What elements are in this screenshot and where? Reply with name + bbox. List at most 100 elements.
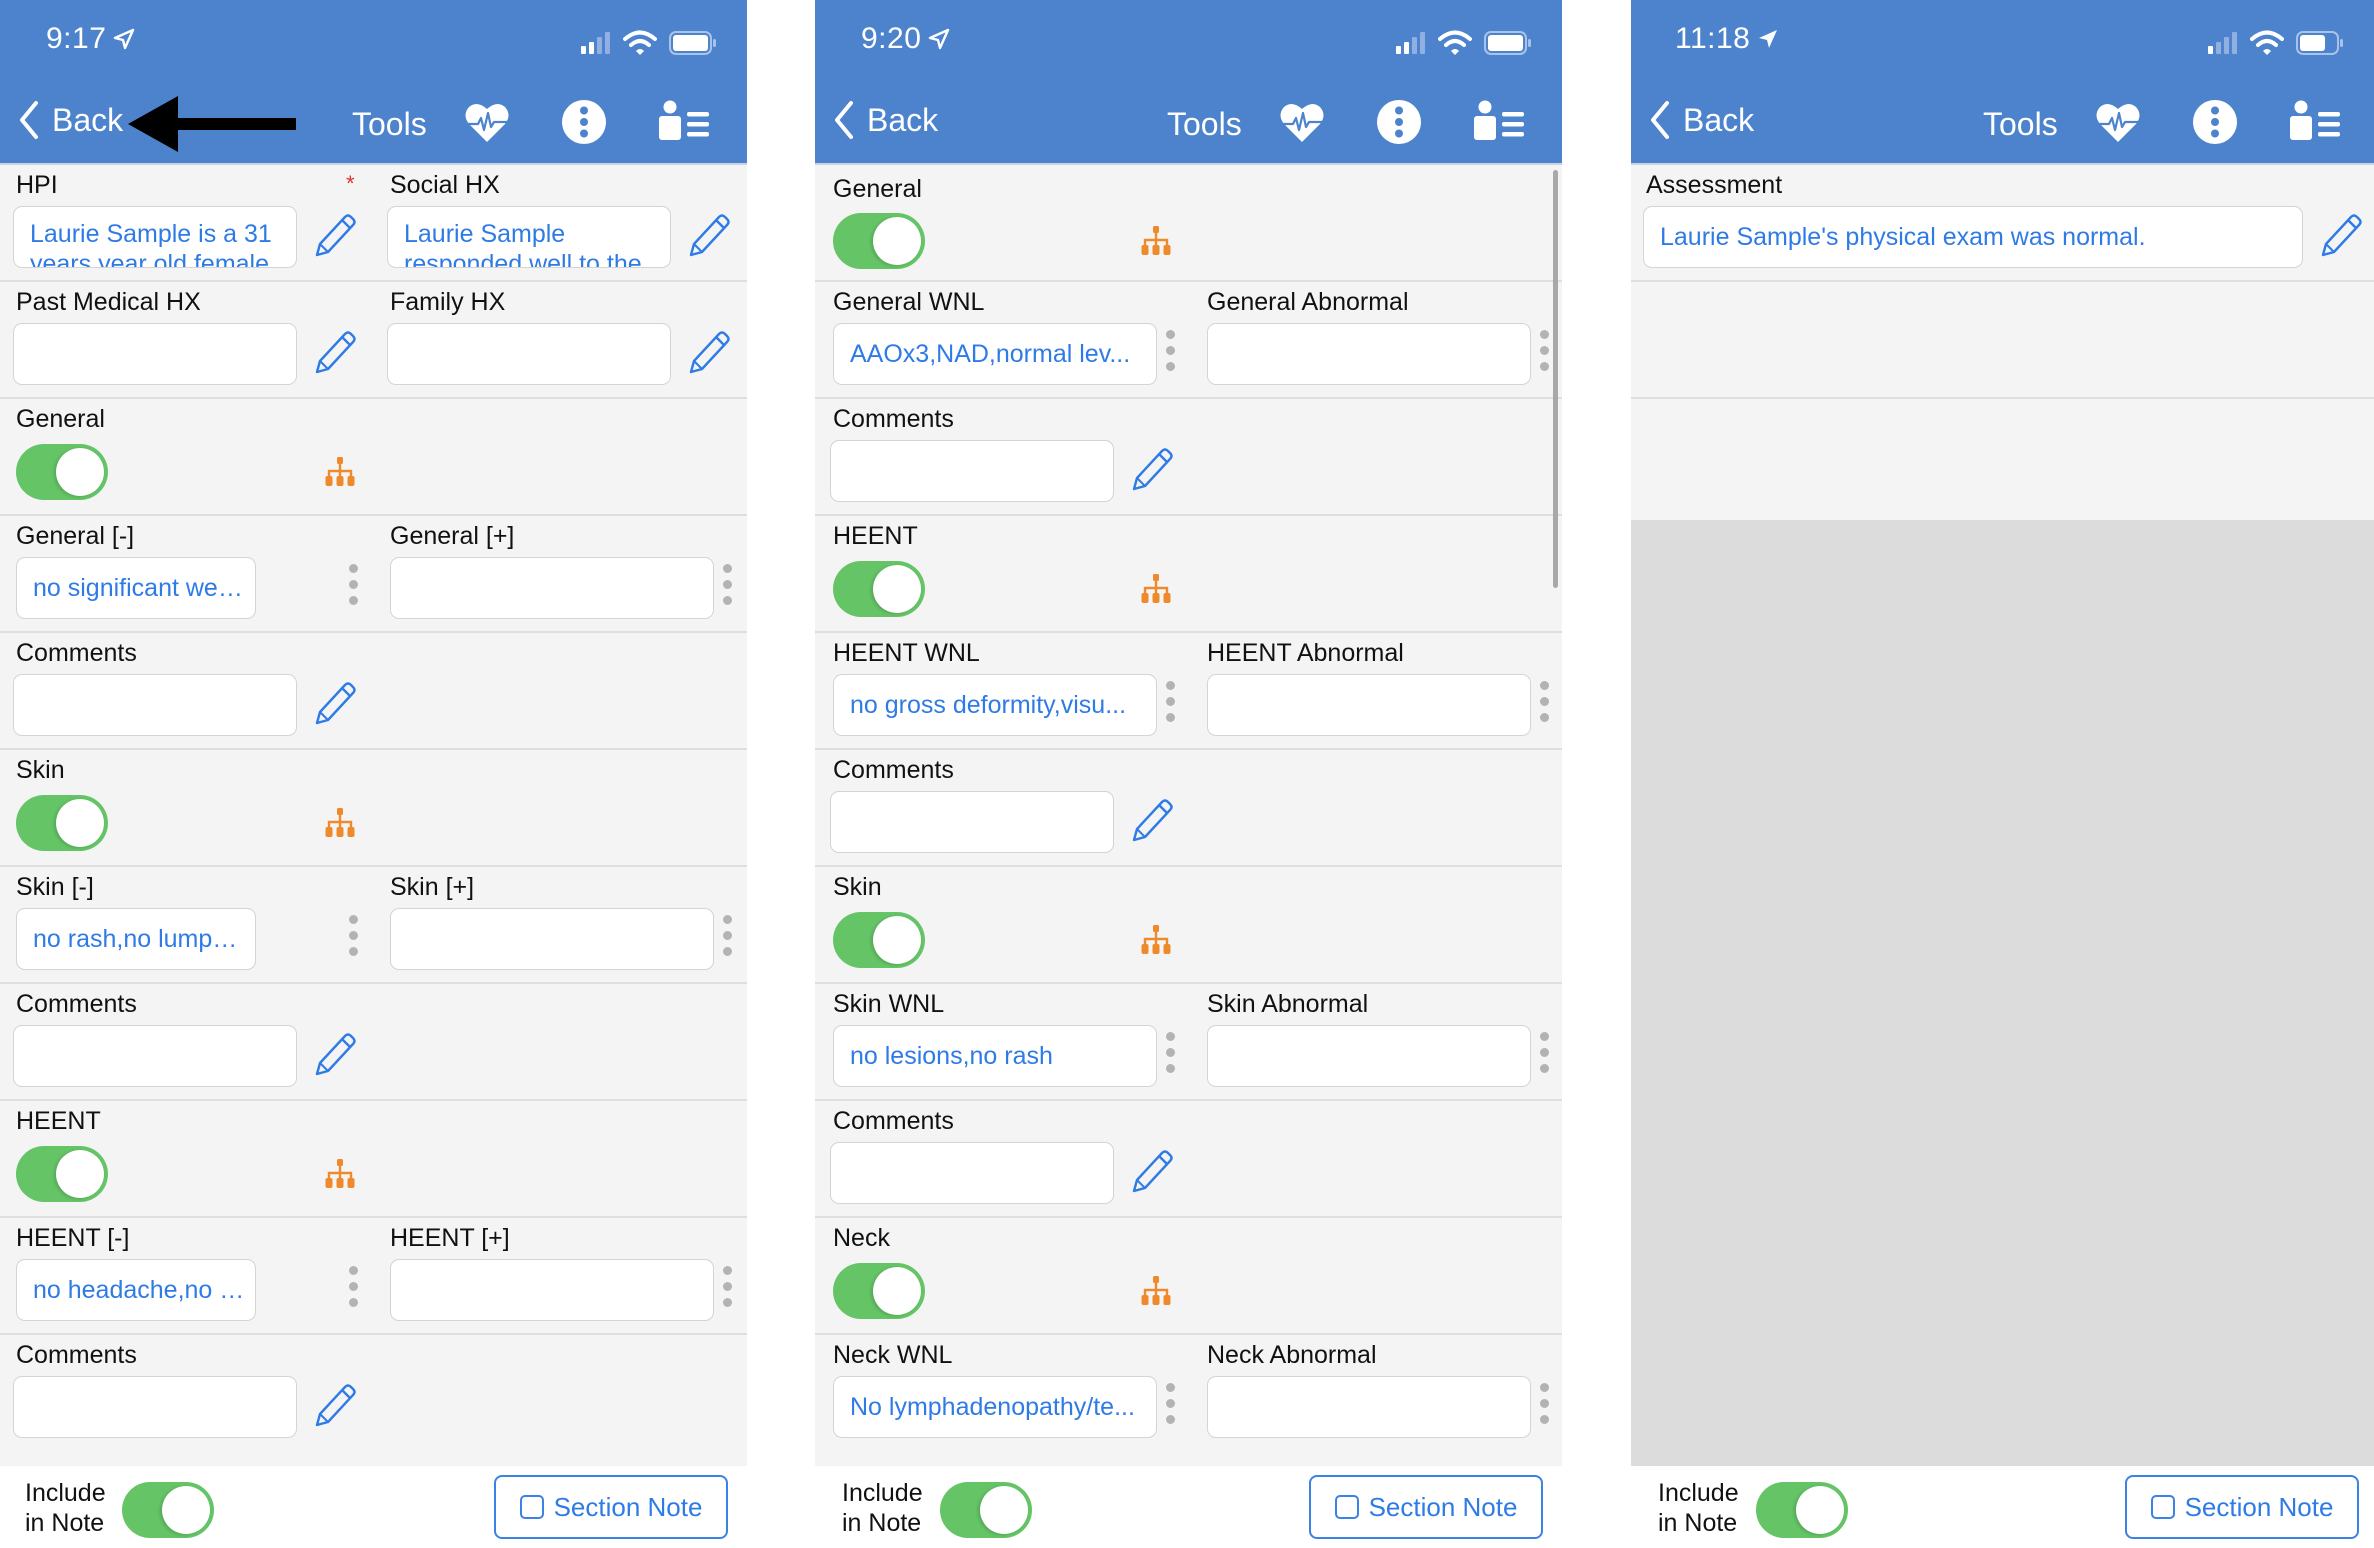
- skin-positive-field[interactable]: [390, 908, 714, 970]
- skin-toggle[interactable]: [833, 912, 925, 968]
- neck-wnl-field[interactable]: No lymphadenopathy/te...: [833, 1376, 1157, 1438]
- heent-negative-field[interactable]: no headache,no head i...: [16, 1259, 256, 1321]
- general-comments-field[interactable]: [830, 440, 1114, 502]
- hierarchy-icon[interactable]: [324, 808, 356, 838]
- skin-comments-field[interactable]: [830, 1142, 1114, 1204]
- back-button[interactable]: Back: [18, 100, 123, 140]
- more-options-icon[interactable]: [1538, 330, 1550, 378]
- pencil-icon[interactable]: [2314, 211, 2364, 261]
- past-medical-hx-field[interactable]: [13, 323, 297, 385]
- nav-bar: Back Tools: [815, 92, 1562, 152]
- more-options-icon[interactable]: [1538, 681, 1550, 729]
- more-options-icon[interactable]: [1164, 1032, 1176, 1080]
- checkbox-icon[interactable]: [519, 1495, 544, 1519]
- more-options-icon[interactable]: [1538, 1032, 1550, 1080]
- checkbox-icon[interactable]: [1334, 1495, 1359, 1519]
- pencil-icon[interactable]: [682, 211, 732, 261]
- section-note-button[interactable]: Section Note: [494, 1475, 728, 1539]
- include-in-note-label: Include in Note: [842, 1479, 923, 1537]
- pencil-icon[interactable]: [1125, 445, 1175, 495]
- pencil-icon[interactable]: [682, 328, 732, 378]
- social-hx-field[interactable]: Laurie Sample responded well to the: [387, 206, 671, 268]
- patient-list-icon[interactable]: [657, 98, 713, 146]
- patient-list-icon[interactable]: [2288, 98, 2344, 146]
- neck-abnormal-field[interactable]: [1207, 1376, 1531, 1438]
- more-options-icon[interactable]: [721, 1266, 733, 1314]
- family-hx-field[interactable]: [387, 323, 671, 385]
- location-arrow-icon: [927, 27, 951, 51]
- pencil-icon[interactable]: [1125, 796, 1175, 846]
- hierarchy-icon[interactable]: [324, 457, 356, 487]
- hierarchy-icon[interactable]: [1140, 574, 1172, 604]
- skin-abnormal-field[interactable]: [1207, 1025, 1531, 1087]
- general-wnl-label: General WNL: [833, 288, 985, 316]
- general-abnormal-field[interactable]: [1207, 323, 1531, 385]
- hpi-field[interactable]: Laurie Sample is a 31 years year old fem…: [13, 206, 297, 268]
- heent-positive-field[interactable]: [390, 1259, 714, 1321]
- chevron-left-icon: [833, 100, 855, 140]
- include-in-note-toggle[interactable]: [1756, 1482, 1848, 1538]
- comments-row: Comments: [815, 750, 1562, 867]
- more-vertical-icon[interactable]: [1375, 98, 1423, 146]
- general-comments-field[interactable]: [13, 674, 297, 736]
- hierarchy-icon[interactable]: [1140, 1276, 1172, 1306]
- general-positive-field[interactable]: [390, 557, 714, 619]
- more-options-icon[interactable]: [347, 1266, 359, 1314]
- patient-list-icon[interactable]: [1472, 98, 1528, 146]
- general-negative-field[interactable]: no significant weight ch...: [16, 557, 256, 619]
- history-row-2: Past Medical HX Family HX: [0, 282, 747, 399]
- skin-wnl-field[interactable]: no lesions,no rash: [833, 1025, 1157, 1087]
- general-wnl-field[interactable]: AAOx3,NAD,normal lev...: [833, 323, 1157, 385]
- section-note-button[interactable]: Section Note: [1309, 1475, 1543, 1539]
- header: 9:20 Back Tools: [815, 0, 1562, 165]
- pencil-icon[interactable]: [308, 1381, 358, 1431]
- include-in-note-toggle[interactable]: [122, 1482, 214, 1538]
- tools-button[interactable]: Tools: [1167, 106, 1242, 143]
- heent-wnl-field[interactable]: no gross deformity,visu...: [833, 674, 1157, 736]
- hierarchy-icon[interactable]: [1140, 925, 1172, 955]
- skin-negative-field[interactable]: no rash,no lumps,no so...: [16, 908, 256, 970]
- general-toggle[interactable]: [16, 444, 108, 500]
- heart-pulse-icon[interactable]: [463, 98, 511, 146]
- scrollbar[interactable]: [1553, 170, 1558, 588]
- pencil-icon[interactable]: [308, 328, 358, 378]
- signal-icon: [581, 32, 610, 54]
- heart-pulse-icon[interactable]: [2094, 98, 2142, 146]
- more-vertical-icon[interactable]: [2191, 98, 2239, 146]
- pencil-icon[interactable]: [308, 211, 358, 261]
- more-options-icon[interactable]: [1164, 330, 1176, 378]
- more-vertical-icon[interactable]: [560, 98, 608, 146]
- tools-button[interactable]: Tools: [352, 106, 427, 143]
- skin-toggle[interactable]: [16, 795, 108, 851]
- skin-comments-field[interactable]: [13, 1025, 297, 1087]
- back-button[interactable]: Back: [833, 100, 938, 140]
- battery-icon: [1484, 31, 1531, 55]
- hierarchy-icon[interactable]: [1140, 226, 1172, 256]
- heent-comments-field[interactable]: [13, 1376, 297, 1438]
- assessment-field[interactable]: Laurie Sample's physical exam was normal…: [1643, 206, 2303, 268]
- hierarchy-icon[interactable]: [324, 1159, 356, 1189]
- heent-toggle[interactable]: [833, 561, 925, 617]
- more-options-icon[interactable]: [1164, 681, 1176, 729]
- back-button[interactable]: Back: [1649, 100, 1754, 140]
- general-toggle[interactable]: [833, 213, 925, 269]
- include-in-note-label: Include in Note: [1658, 1479, 1739, 1537]
- checkbox-icon[interactable]: [2150, 1495, 2175, 1519]
- pencil-icon[interactable]: [1125, 1147, 1175, 1197]
- heent-comments-field[interactable]: [830, 791, 1114, 853]
- more-options-icon[interactable]: [1164, 1383, 1176, 1431]
- more-options-icon[interactable]: [1538, 1383, 1550, 1431]
- more-options-icon[interactable]: [721, 915, 733, 963]
- heart-pulse-icon[interactable]: [1278, 98, 1326, 146]
- more-options-icon[interactable]: [347, 564, 359, 612]
- pencil-icon[interactable]: [308, 1030, 358, 1080]
- heent-toggle[interactable]: [16, 1146, 108, 1202]
- include-in-note-toggle[interactable]: [940, 1482, 1032, 1538]
- section-note-button[interactable]: Section Note: [2125, 1475, 2359, 1539]
- pencil-icon[interactable]: [308, 679, 358, 729]
- heent-abnormal-field[interactable]: [1207, 674, 1531, 736]
- more-options-icon[interactable]: [721, 564, 733, 612]
- tools-button[interactable]: Tools: [1983, 106, 2058, 143]
- neck-toggle[interactable]: [833, 1263, 925, 1319]
- more-options-icon[interactable]: [347, 915, 359, 963]
